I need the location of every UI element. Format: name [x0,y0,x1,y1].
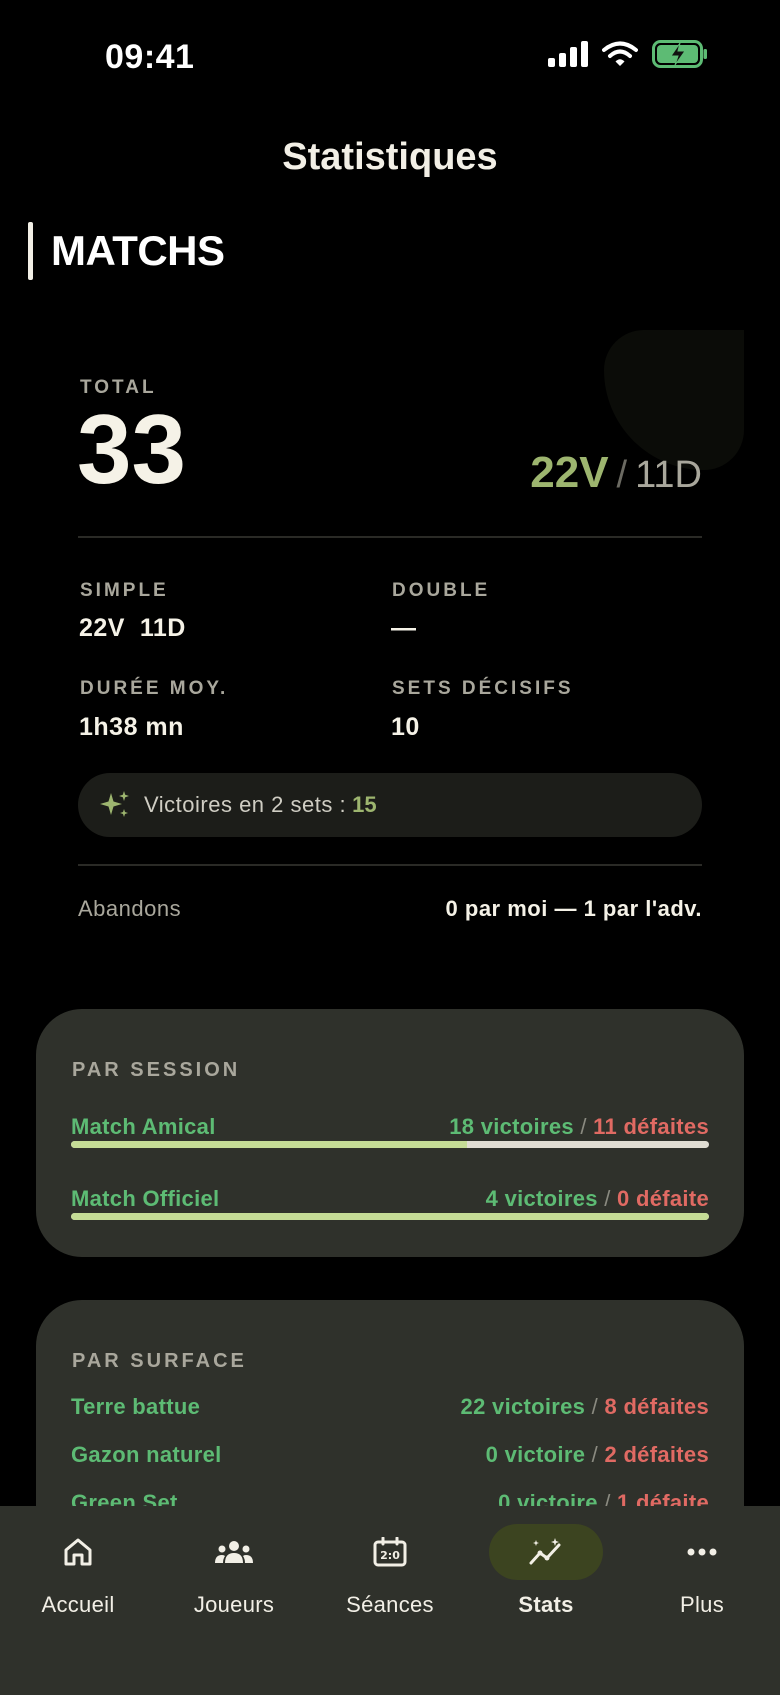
status-icons [548,40,708,68]
decisive-sets-label: SETS DÉCISIFS [392,678,574,699]
record-separator: / [616,454,628,496]
wins-text: 22 victoires [460,1394,586,1419]
players-icon [215,1541,253,1563]
record-wins: 22V [530,448,609,497]
tab-accueil[interactable]: Accueil [0,1506,156,1636]
session-row-label: Match Officiel [71,1186,220,1211]
tab-icon-container [645,1524,759,1580]
status-bar: 09:41 [0,0,780,120]
more-icon [687,1548,717,1556]
win-ratio-fill [71,1213,709,1220]
two-sets-wins-pill: Victoires en 2 sets : 15 [78,773,702,837]
svg-text:2:0: 2:0 [380,1549,400,1562]
separator: / [591,1442,599,1467]
sparkle-icon [100,791,129,817]
win-ratio-fill [71,1141,467,1148]
tab-label: Stats [518,1592,574,1617]
record-losses: 11D [635,454,702,496]
session-row-value: 4 victoires / 0 défaite [486,1186,709,1212]
scoreboard-icon: 2:0 [373,1537,407,1567]
tab-joueurs[interactable]: Joueurs [156,1506,312,1636]
divider [78,864,702,866]
win-loss-record: 22V / 11D [530,448,702,498]
surface-row-value: 0 victoire / 2 défaites [486,1442,709,1468]
two-sets-value: 15 [352,792,377,817]
double-label: DOUBLE [392,580,491,601]
double-value: — [391,614,417,642]
page-title: Statistiques [282,136,498,178]
wins-text: 18 victoires [449,1114,574,1139]
losses-text: 2 défaites [604,1442,709,1467]
stats-icon [529,1538,561,1565]
home-icon [64,1538,92,1566]
wins-text: 4 victoires [485,1186,598,1211]
surface-row-value: 22 victoires / 8 défaites [461,1394,709,1420]
section-title: MATCHS [51,227,225,274]
tab-stats[interactable]: Stats [468,1506,624,1636]
total-value: 33 [77,394,187,504]
losses-text: 0 défaite [617,1186,709,1211]
separator: / [580,1114,587,1139]
surface-row-label: Gazon naturel [71,1442,222,1467]
duration-value: 1h38 mn [79,713,184,741]
surface-row-label: Terre battue [71,1394,201,1419]
simple-label: SIMPLE [80,580,169,601]
tab-plus[interactable]: Plus [624,1506,780,1636]
section-header-matchs: MATCHS [28,222,225,280]
tab-label: Séances [346,1592,434,1617]
losses-text: 11 défaites [593,1114,709,1139]
bottom-tab-bar: Accueil Joueurs 2:0 Séances Stats Plus [0,1506,780,1695]
tab-icon-container [177,1524,291,1580]
battery-icon [652,40,707,68]
separator: / [591,1394,599,1419]
wins-text: 0 victoire [485,1442,586,1467]
win-ratio-bar [71,1213,709,1220]
panel-title: PAR SESSION [72,1059,241,1081]
panel-title: PAR SURFACE [72,1350,247,1372]
status-time: 09:41 [105,38,195,76]
session-row-label: Match Amical [71,1114,216,1139]
per-session-panel: PAR SESSION Match Amical 18 victoires / … [36,1009,744,1257]
abandons-value: 0 par moi — 1 par l'adv. [445,896,702,921]
tab-icon-container-active [489,1524,603,1580]
losses-text: 8 défaites [604,1394,709,1419]
tab-label: Accueil [41,1592,115,1617]
abandons-label: Abandons [78,896,182,921]
tab-seances[interactable]: 2:0 Séances [312,1506,468,1636]
separator: / [604,1186,611,1211]
simple-value: 22V 11D [79,614,186,642]
win-ratio-bar [71,1141,709,1148]
section-accent-bar [28,222,33,280]
divider [78,536,702,538]
tab-icon-container [21,1524,135,1580]
two-sets-label: Victoires en 2 sets : [144,792,347,817]
signal-icon [548,41,588,67]
wifi-icon [602,41,638,66]
duration-label: DURÉE MOY. [80,678,229,699]
tab-label: Plus [680,1592,724,1617]
tab-label: Joueurs [193,1592,275,1617]
tab-icon-container: 2:0 [333,1524,447,1580]
decisive-sets-value: 10 [391,713,420,741]
session-row-value: 18 victoires / 11 défaites [449,1114,709,1140]
